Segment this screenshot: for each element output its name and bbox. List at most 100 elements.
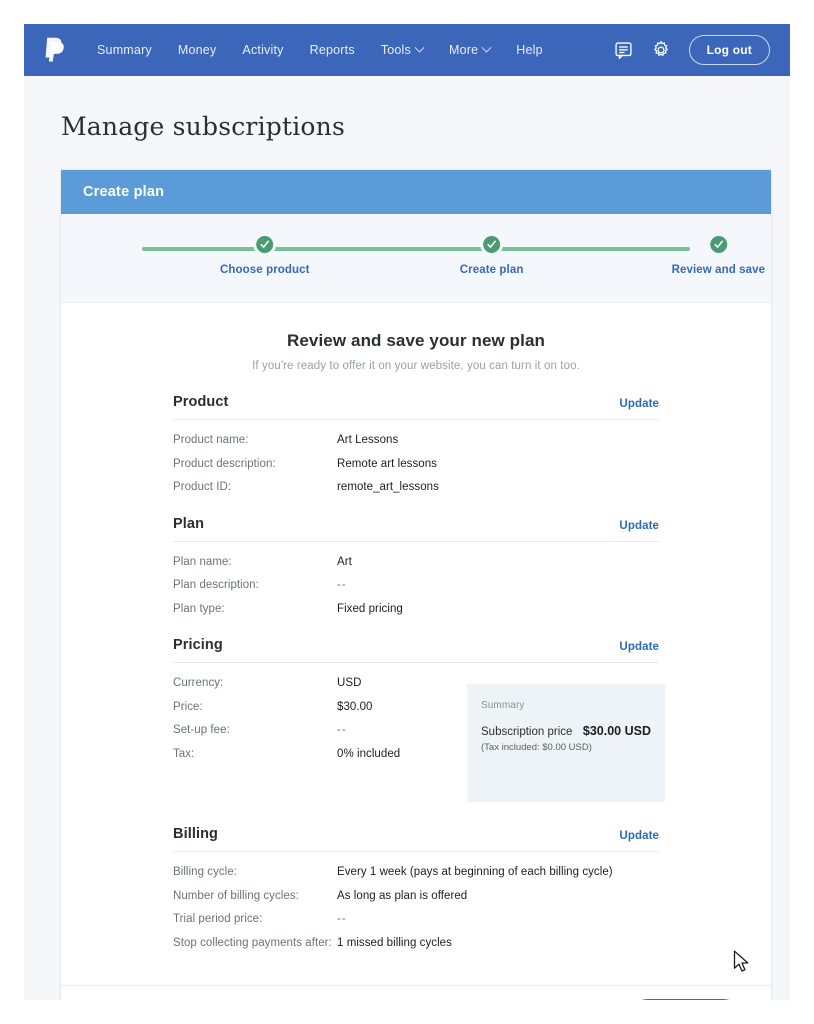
detail-value: Every 1 week (pays at beginning of each … xyxy=(337,866,613,879)
nav-item-money[interactable]: Money xyxy=(165,37,230,63)
detail-label: Product ID: xyxy=(173,481,232,494)
nav-item-help[interactable]: Help xyxy=(503,37,556,63)
section-rows: Billing cycle: Every 1 week (pays at beg… xyxy=(173,865,659,951)
section-product: Product Update Product name: Art Lessons… xyxy=(173,394,659,496)
nav-item-summary[interactable]: Summary xyxy=(84,37,165,63)
detail-value: -- xyxy=(337,724,347,737)
detail-row: Number of billing cycles: As long as pla… xyxy=(173,889,659,905)
detail-row: Product name: Art Lessons xyxy=(173,433,659,449)
section-plan: Plan Update Plan name: Art Plan descript… xyxy=(173,516,659,618)
section-header: Plan Update xyxy=(173,516,659,542)
detail-label: Plan description: xyxy=(173,579,259,592)
section-title: Plan xyxy=(173,515,205,532)
detail-value: Remote art lessons xyxy=(337,457,437,470)
detail-row: Plan description: -- xyxy=(173,578,659,594)
update-plan-link[interactable]: Update xyxy=(619,520,659,532)
detail-label: Product description: xyxy=(173,457,276,470)
summary-tax-note: (Tax included: $0.00 USD) xyxy=(481,742,592,754)
page-title: Manage subscriptions xyxy=(61,112,345,141)
section-title: Product xyxy=(173,394,229,410)
nav-links: Summary Money Activity Reports Tools Mor… xyxy=(84,37,556,63)
review-subheading: If you're ready to offer it on your webs… xyxy=(252,360,580,372)
footer-actions: Previous Save Plan xyxy=(505,998,743,1000)
detail-label: Currency: xyxy=(173,677,224,690)
message-bubble-icon[interactable] xyxy=(614,41,633,60)
detail-row: Stop collecting payments after: 1 missed… xyxy=(173,936,659,952)
detail-value: Art Lessons xyxy=(337,434,399,446)
card-header-title: Create plan xyxy=(83,184,165,200)
stepper-step-choose-product[interactable]: Choose product xyxy=(220,236,310,276)
update-product-link[interactable]: Update xyxy=(619,398,659,410)
section-header: Pricing Update xyxy=(173,637,659,664)
stepper-step-review-and-save[interactable]: Review and save xyxy=(672,236,766,276)
detail-value: $30.00 xyxy=(337,700,373,713)
nav-item-tools[interactable]: Tools xyxy=(368,37,436,63)
chevron-down-icon xyxy=(481,42,492,53)
update-billing-link[interactable]: Update xyxy=(619,830,659,842)
nav-item-activity-label: Activity xyxy=(242,43,284,57)
check-circle-icon xyxy=(709,236,727,253)
detail-value: remote_art_lessons xyxy=(337,481,439,494)
page-body: Manage subscriptions Create plan Choose … xyxy=(24,76,790,1000)
paypal-logo-icon[interactable] xyxy=(42,35,68,65)
detail-label: Tax: xyxy=(173,747,195,760)
detail-value: 1 missed billing cycles xyxy=(337,936,452,949)
detail-label: Plan type: xyxy=(173,602,225,615)
card-header: Create plan xyxy=(61,170,771,214)
detail-label: Set-up fee: xyxy=(173,724,230,737)
detail-row: Product description: Remote art lessons xyxy=(173,457,659,473)
update-pricing-link[interactable]: Update xyxy=(619,641,659,653)
nav-item-money-label: Money xyxy=(177,43,217,57)
detail-row: Trial period price: -- xyxy=(173,912,659,928)
app-frame: Summary Money Activity Reports Tools Mor… xyxy=(24,24,790,1000)
detail-label: Plan name: xyxy=(173,555,232,568)
detail-row: Product ID: remote_art_lessons xyxy=(173,480,659,496)
stepper-step-label: Choose product xyxy=(220,264,310,276)
detail-value: USD xyxy=(337,677,362,690)
section-pricing: Pricing Update Currency: USD Price: $30.… xyxy=(173,637,665,806)
detail-value: Fixed pricing xyxy=(337,602,403,615)
detail-value: -- xyxy=(337,579,347,592)
detail-row: Plan name: Art xyxy=(173,555,659,571)
nav-item-help-label: Help xyxy=(516,43,543,57)
pricing-summary-box: Summary Subscription price $30.00 USD (T… xyxy=(467,684,665,803)
nav-item-reports-label: Reports xyxy=(309,43,355,57)
nav-item-summary-label: Summary xyxy=(97,43,152,57)
nav-item-activity[interactable]: Activity xyxy=(229,37,296,63)
section-title: Pricing xyxy=(173,637,223,654)
top-navigation-bar: Summary Money Activity Reports Tools Mor… xyxy=(24,24,790,76)
detail-label: Billing cycle: xyxy=(173,866,237,879)
detail-label: Product name: xyxy=(173,434,249,446)
section-rows: Currency: USD Price: $30.00 Set-up fee: … xyxy=(173,676,665,806)
detail-row: Plan type: Fixed pricing xyxy=(173,602,659,618)
detail-value: Art xyxy=(337,555,352,568)
detail-value: -- xyxy=(337,913,347,926)
section-title: Billing xyxy=(173,826,218,843)
section-rows: Plan name: Art Plan description: -- Plan… xyxy=(173,555,659,618)
logout-button[interactable]: Log out xyxy=(688,35,770,65)
check-circle-icon xyxy=(483,236,501,253)
nav-item-more[interactable]: More xyxy=(436,37,503,63)
progress-stepper: Choose product Create plan Review and sa… xyxy=(61,214,771,303)
screenshot-viewport: Summary Money Activity Reports Tools Mor… xyxy=(0,0,814,1024)
review-heading: Review and save your new plan xyxy=(287,331,545,350)
review-sections: Product Update Product name: Art Lessons… xyxy=(173,394,665,951)
stepper-step-label: Review and save xyxy=(671,264,766,276)
nav-item-reports[interactable]: Reports xyxy=(297,37,368,63)
detail-label: Number of billing cycles: xyxy=(173,889,299,902)
review-body: Review and save your new plan If you're … xyxy=(61,303,771,951)
summary-price-line: Subscription price $30.00 USD xyxy=(481,724,651,738)
summary-price-amount: $30.00 USD xyxy=(582,724,651,739)
stepper-step-label: Create plan xyxy=(459,264,524,276)
detail-row: Billing cycle: Every 1 week (pays at beg… xyxy=(173,865,659,881)
save-plan-button[interactable]: Save Plan xyxy=(628,998,743,1000)
gear-icon[interactable] xyxy=(651,40,671,60)
stepper-step-create-plan[interactable]: Create plan xyxy=(460,236,524,276)
detail-value: As long as plan is offered xyxy=(337,889,468,902)
detail-label: Trial period price: xyxy=(173,913,263,926)
create-plan-card: Create plan Choose product Create plan R… xyxy=(60,169,772,1000)
summary-caption: Summary xyxy=(481,700,525,712)
section-billing: Billing Update Billing cycle: Every 1 we… xyxy=(173,826,659,951)
section-rows: Product name: Art Lessons Product descri… xyxy=(173,433,659,496)
nav-item-tools-label: Tools xyxy=(380,43,411,57)
